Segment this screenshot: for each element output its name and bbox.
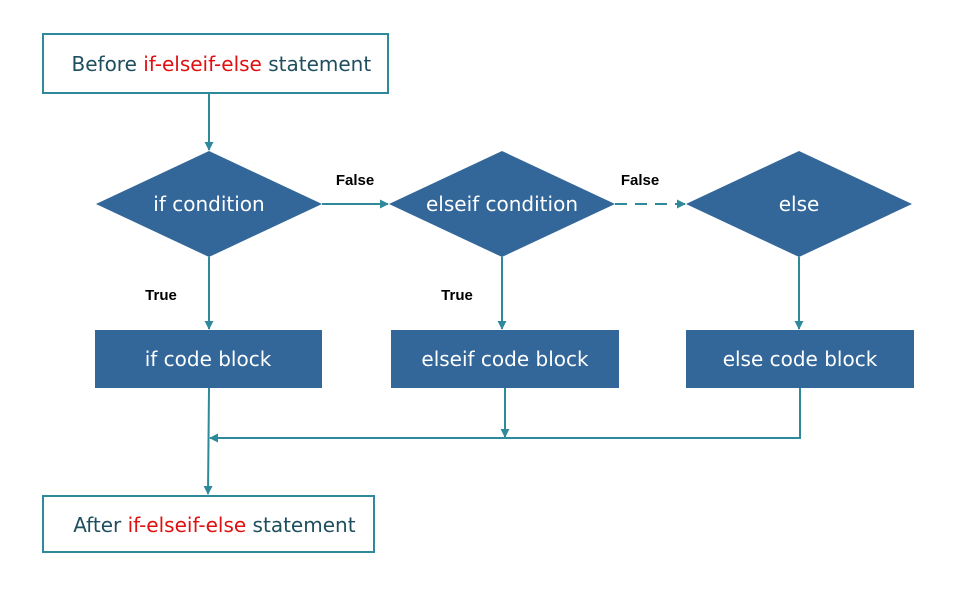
start-suffix: statement <box>262 52 371 76</box>
elseif-condition-node: elseif condition <box>389 151 615 257</box>
if-false-label: False <box>336 172 374 189</box>
svg-text:After if-elseif-else statement: After if-elseif-else statement <box>29 513 388 537</box>
if-condition-label: if condition <box>153 192 264 216</box>
if-true-label: True <box>145 287 177 304</box>
flowchart: Before if-elseif-else statement if condi… <box>27 33 914 553</box>
if-condition-node: if condition <box>96 151 322 257</box>
elseif-condition-label: elseif condition <box>426 192 578 216</box>
if-code-block: if code block <box>95 330 322 388</box>
start-prefix: Before <box>72 52 144 76</box>
elseif-false-label: False <box>621 172 659 189</box>
elseif-code-block: elseif code block <box>391 330 619 388</box>
if-code-block-label: if code block <box>145 347 272 371</box>
connector-if-block-down <box>203 387 213 495</box>
end-prefix: After <box>73 513 127 537</box>
elseif-true-label: True <box>441 287 473 304</box>
end-node: After if-elseif-else statement <box>29 495 388 553</box>
else-label: else <box>779 192 820 216</box>
else-node: else <box>686 151 912 257</box>
elseif-code-block-label: elseif code block <box>421 347 589 371</box>
svg-text:Before if-elseif-else statemen: Before if-elseif-else statement <box>27 52 403 76</box>
start-highlight: if-elseif-else <box>143 52 262 76</box>
start-node: Before if-elseif-else statement <box>27 33 403 94</box>
else-code-block: else code block <box>686 330 914 388</box>
end-highlight: if-elseif-else <box>128 513 247 537</box>
else-code-block-label: else code block <box>723 347 878 371</box>
end-suffix: statement <box>246 513 355 537</box>
